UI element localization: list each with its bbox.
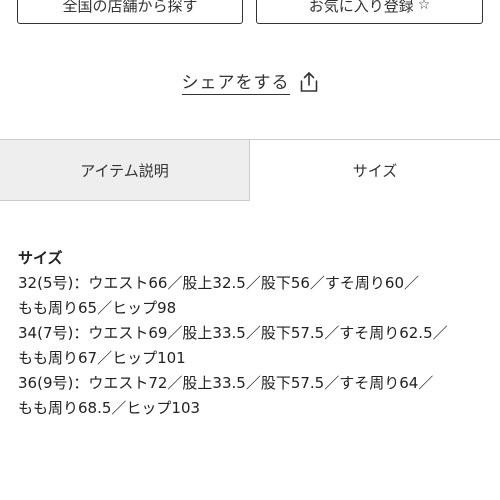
tab-item-description[interactable]: アイテム説明 — [0, 140, 250, 201]
tab-size[interactable]: サイズ — [250, 140, 500, 201]
size-line: 36(9号)：ウエスト72／股上33.5／股下57.5／すそ周り64／ — [18, 374, 434, 392]
size-heading: サイズ — [18, 249, 63, 267]
size-line: もも周り67／ヒップ101 — [18, 349, 186, 367]
star-outline-icon: ☆ — [417, 0, 431, 13]
find-in-stores-label: 全国の店舗から探す — [62, 0, 198, 15]
add-to-favorites-label: お気に入り登録 — [308, 0, 414, 15]
add-to-favorites-button[interactable]: お気に入り登録 ☆ — [256, 0, 483, 24]
share-icon — [299, 71, 319, 93]
find-in-stores-button[interactable]: 全国の店舗から探す — [17, 0, 243, 24]
product-tabs: アイテム説明 サイズ — [0, 139, 500, 201]
size-line: 32(5号)：ウエスト66／股上32.5／股下56／すそ周り60／ — [18, 274, 419, 292]
size-section: サイズ 32(5号)：ウエスト66／股上32.5／股下56／すそ周り60／ もも… — [18, 246, 488, 421]
tab-item-description-label: アイテム説明 — [80, 161, 169, 180]
tab-size-label: サイズ — [352, 162, 398, 180]
size-line: 34(7号)：ウエスト69／股上33.5／股下57.5／すそ周り62.5／ — [18, 324, 448, 342]
size-line: もも周り65／ヒップ98 — [18, 299, 177, 317]
size-line: もも周り68.5／ヒップ103 — [18, 399, 201, 417]
share-link[interactable]: シェアをする — [0, 68, 500, 95]
share-label: シェアをする — [181, 68, 290, 95]
